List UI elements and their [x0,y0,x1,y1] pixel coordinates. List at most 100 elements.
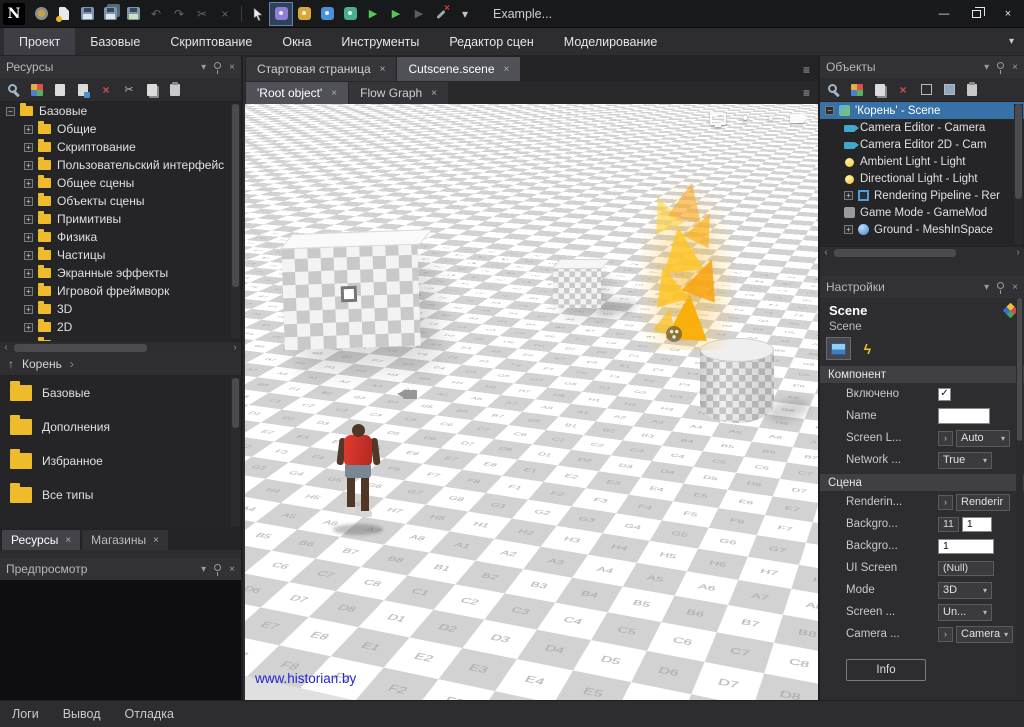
build-cancel-button[interactable] [431,3,453,25]
tree-item[interactable]: +Общее сцены [0,174,241,192]
tree-item-camera-editor[interactable]: Camera Editor - Camera [820,119,1024,136]
expand-icon[interactable]: + [24,269,33,278]
panel-close-icon[interactable]: × [1012,62,1018,73]
menu-modeling[interactable]: Моделирование [549,28,673,55]
pin-icon[interactable] [997,282,1004,289]
new-file-button[interactable] [53,3,75,25]
redo-button[interactable]: ↷ [168,3,190,25]
enabled-checkbox[interactable]: ✓ [938,388,951,401]
pin-icon[interactable] [997,62,1004,69]
tree-item-camera-editor-2d[interactable]: Camera Editor 2D - Cam [820,136,1024,153]
editor-mode-4-button[interactable] [339,3,361,25]
events-tab[interactable]: ϟ [856,338,879,359]
scrollbar-thumb[interactable] [1015,104,1022,199]
panel-menu-icon[interactable]: ▾ [201,564,206,575]
tab-stores[interactable]: Магазины× [82,530,168,550]
expand-icon[interactable]: + [24,251,33,260]
scroll-left-icon[interactable]: ‹ [820,247,832,259]
expand-icon[interactable]: + [24,305,33,314]
properties-tab[interactable] [827,338,850,359]
mesh-box-small[interactable] [553,266,601,308]
tree-item[interactable]: +Общие [0,120,241,138]
tree-item[interactable]: +Частицы [0,246,241,264]
resources-list-scrollbar[interactable] [231,378,240,526]
paste-object-button[interactable] [964,82,980,98]
scroll-right-icon[interactable]: › [229,342,241,354]
tree-item[interactable]: +Примитивы [0,210,241,228]
tree-item-ambient-light[interactable]: Ambient Light - Light [820,153,1024,170]
expand-icon[interactable]: + [24,143,33,152]
objects-tree-scrollbar[interactable] [1014,104,1023,244]
name-input[interactable] [938,408,990,424]
rendering-pipeline-field[interactable]: Renderir [956,494,1010,511]
ui-screen-field[interactable]: (Null) [938,561,994,576]
toolbar-overflow-button[interactable]: ▾ [454,3,476,25]
panel-close-icon[interactable]: × [229,62,235,73]
expand-icon[interactable]: + [24,161,33,170]
expand-icon[interactable]: + [844,191,853,200]
scrollbar-thumb[interactable] [14,344,147,352]
background-value-field[interactable]: 1 [938,539,994,554]
tree-item-directional-light[interactable]: Directional Light - Light [820,170,1024,187]
list-item[interactable]: Базовые [0,376,241,410]
flame-particles[interactable] [647,182,731,342]
delete-object-button[interactable]: × [895,82,911,98]
statusbar-output[interactable]: Вывод [63,707,101,721]
breadcrumb-label[interactable]: Корень [22,357,62,371]
resources-tree-scrollbar[interactable] [231,104,240,339]
close-icon[interactable]: × [504,64,510,75]
expand-icon[interactable]: + [844,225,853,234]
expand-value-button[interactable]: › [938,495,953,510]
panel-menu-icon[interactable]: ▾ [984,282,989,293]
tree-item[interactable]: +Пользовательский интерфейс [0,156,241,174]
scroll-right-icon[interactable]: › [1012,247,1024,259]
tree-item-ground[interactable]: +Ground - MeshInSpace [820,221,1024,238]
up-icon[interactable]: ↑ [8,357,14,371]
tab-resources[interactable]: Ресурсы× [2,530,80,550]
minimize-button[interactable]: — [928,0,960,28]
info-button[interactable]: Info [846,659,926,681]
close-icon[interactable]: × [431,88,437,99]
menu-scene-editor[interactable]: Редактор сцен [434,28,548,55]
frame-select-button[interactable] [918,82,934,98]
paste-resource-button[interactable] [167,82,183,98]
new-file-button-2[interactable] [52,82,68,98]
particle-emitter-gizmo[interactable] [666,326,682,342]
panel-close-icon[interactable]: × [1012,282,1018,293]
tab-list-icon[interactable]: ≡ [795,86,818,100]
camera-view-button[interactable] [790,114,804,123]
tree-item[interactable]: +3D [0,300,241,318]
close-button[interactable]: × [992,0,1024,28]
display-mode-button[interactable] [710,113,726,125]
panel-menu-icon[interactable]: ▾ [984,62,989,73]
close-icon[interactable]: × [331,88,337,99]
objects-tree-hscrollbar[interactable]: ‹ › [820,246,1024,258]
new-resource-button[interactable] [29,82,45,98]
select-tool-button[interactable] [247,3,269,25]
collapse-icon[interactable]: − [6,107,15,116]
restore-button[interactable] [960,0,992,28]
menu-project[interactable]: Проект [4,28,75,55]
save-scene-button[interactable] [122,3,144,25]
menu-tools[interactable]: Инструменты [326,28,434,55]
tab-start-page[interactable]: Стартовая страница× [246,57,396,81]
tree-item[interactable]: +Экранные эффекты [0,264,241,282]
tree-item[interactable]: +Объекты сцены [0,192,241,210]
list-item[interactable]: Все типы [0,478,241,512]
frame-fill-button[interactable] [941,82,957,98]
resources-tree-hscrollbar[interactable]: ‹ › [0,341,241,353]
resources-settings-button[interactable] [6,82,22,98]
list-item[interactable]: Дополнения [0,410,241,444]
statusbar-debug[interactable]: Отладка [125,707,174,721]
tab-root-object[interactable]: 'Root object'× [246,82,348,104]
tab-list-icon[interactable]: ≡ [795,63,818,77]
tree-item[interactable]: +Физика [0,228,241,246]
watermark-link[interactable]: www.historian.by [255,671,356,686]
editor-mode-1-button[interactable] [270,3,292,25]
run-disabled-button[interactable]: ▶ [408,3,430,25]
expand-value-button[interactable]: › [938,431,953,446]
statusbar-logs[interactable]: Логи [12,707,39,721]
lighting-alt-button[interactable]: ☀ [764,110,777,127]
camera-dropdown[interactable]: Camera▾ [956,626,1013,643]
menu-windows[interactable]: Окна [267,28,326,55]
